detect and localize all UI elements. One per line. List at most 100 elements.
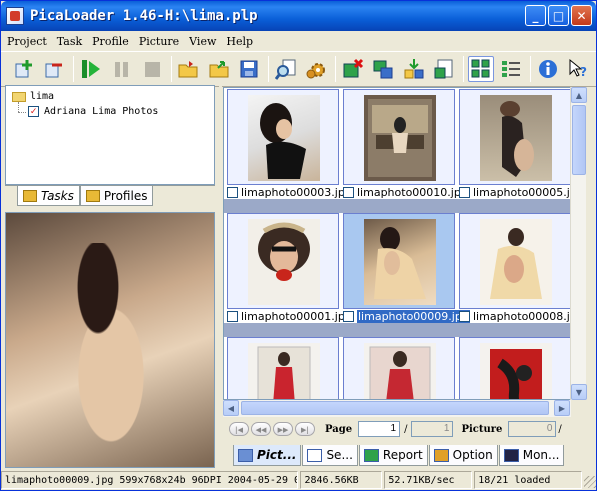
start-icon[interactable] (78, 56, 104, 82)
minimize-button[interactable]: _ (525, 5, 546, 26)
tree-root-label: lima (30, 91, 55, 102)
scan-icon[interactable] (432, 56, 458, 82)
tab-profiles-label: Profiles (103, 188, 148, 203)
menu-view[interactable]: View (184, 35, 221, 48)
save-icon[interactable] (237, 56, 263, 82)
thumbnail-checkbox[interactable] (459, 186, 470, 198)
thumbnail-checkbox[interactable] (227, 186, 238, 198)
picture-separator: / (558, 423, 562, 435)
open-folder-icon[interactable] (176, 56, 202, 82)
next-page-icon[interactable]: ▶▶ (273, 422, 293, 436)
tab-monitor[interactable]: Mon... (498, 445, 565, 466)
status-bar: limaphoto00009.jpg 599x768x24b 96DPI 200… (1, 471, 596, 490)
new-task-icon[interactable] (11, 56, 37, 82)
tasks-icon (23, 189, 37, 202)
stop-icon[interactable] (139, 56, 165, 82)
help-cursor-icon[interactable]: ? (566, 56, 592, 82)
resize-grip-icon[interactable] (584, 476, 596, 488)
menu-profile[interactable]: Profile (87, 35, 134, 48)
tab-profiles[interactable]: Profiles (79, 186, 154, 206)
tab-tasks[interactable]: Tasks (17, 186, 80, 206)
thumbnail-label[interactable]: limaphoto00003.jpg (227, 185, 352, 199)
thumbnail[interactable] (227, 213, 339, 309)
picture-label: Picture (461, 423, 503, 435)
tab-report[interactable]: Report (358, 445, 428, 466)
last-page-icon[interactable]: ▶| (295, 422, 315, 436)
thumbnail[interactable] (343, 337, 455, 399)
toolbar: ? (1, 51, 596, 87)
scroll-right-icon[interactable]: ▶ (554, 400, 570, 416)
title-bar[interactable]: PicaLoader 1.46-H:\lima.plp _ □ ✕ (1, 1, 596, 31)
menu-help[interactable]: Help (221, 35, 258, 48)
page-label: Page (325, 423, 353, 435)
thumbnail-checkbox[interactable] (343, 310, 354, 322)
export-folder-icon[interactable] (206, 56, 232, 82)
scroll-down-icon[interactable]: ▼ (571, 384, 587, 400)
tab-pictures[interactable]: Pict... (233, 445, 302, 466)
pause-icon[interactable] (109, 56, 135, 82)
thumbnail-view-icon[interactable] (468, 56, 494, 82)
thumbnail-label[interactable]: limaphoto00001.jpg (227, 309, 352, 323)
profiles-icon (85, 189, 100, 202)
menu-task[interactable]: Task (52, 35, 87, 48)
thumbnail-label[interactable]: limaphoto00010.jpg (343, 185, 468, 199)
thumbnail-label[interactable]: limaphoto00008.jpg (459, 309, 570, 323)
status-size: 2846.56KB (300, 471, 383, 489)
horizontal-scrollbar[interactable]: ◀ ▶ (223, 400, 571, 417)
download-picture-icon[interactable] (371, 56, 397, 82)
report-icon (363, 448, 379, 462)
thumbnail-checkbox[interactable] (227, 310, 238, 322)
scroll-thumb[interactable] (572, 105, 586, 175)
bottom-tab-bar: Pict... Se... Report Option Mon... (233, 445, 565, 467)
vertical-scrollbar[interactable]: ▲ ▼ (570, 87, 587, 400)
thumbnail-grid: limaphoto00003.jpg limaphoto00010.jpg li… (223, 87, 571, 400)
maximize-button[interactable]: □ (548, 5, 569, 26)
thumbnail[interactable] (459, 213, 570, 309)
thumbnail-checkbox[interactable] (459, 310, 470, 322)
thumbnail[interactable] (459, 337, 570, 399)
first-page-icon[interactable]: |◀ (229, 422, 249, 436)
picture-input[interactable]: 0 (508, 421, 557, 437)
monitor-icon (503, 448, 519, 462)
app-icon (6, 7, 24, 25)
page-input[interactable]: 1 (358, 421, 401, 437)
detail-view-icon[interactable] (499, 56, 525, 82)
thumbnail[interactable] (227, 89, 339, 185)
left-tab-bar: Tasks Profiles (5, 185, 215, 207)
thumbnail[interactable] (459, 89, 570, 185)
status-loaded: 18/21 loaded (474, 471, 583, 489)
download-all-icon[interactable] (401, 56, 427, 82)
splitter[interactable] (219, 85, 222, 470)
thumbnail[interactable] (343, 213, 455, 309)
svg-text:?: ? (580, 65, 587, 79)
tab-option[interactable]: Option (428, 445, 498, 466)
page-navigation: |◀ ◀◀ ▶▶ ▶| Page 1 / 1 Picture 0 / (223, 419, 583, 439)
page-total: 1 (411, 421, 454, 437)
tab-tasks-label: Tasks (41, 188, 74, 203)
status-file-info: limaphoto00009.jpg 599x768x24b 96DPI 200… (1, 471, 299, 489)
prev-page-icon[interactable]: ◀◀ (251, 422, 271, 436)
option-icon (433, 448, 449, 462)
scroll-left-icon[interactable]: ◀ (223, 400, 239, 416)
thumbnail[interactable] (343, 89, 455, 185)
search-page-icon[interactable] (273, 56, 299, 82)
window-title: PicaLoader 1.46-H:\lima.plp (30, 8, 258, 24)
thumbnail-label[interactable]: limaphoto00009.jpg (343, 309, 470, 323)
close-button[interactable]: ✕ (571, 5, 592, 26)
tab-search[interactable]: Se... (302, 445, 358, 466)
settings-icon[interactable] (304, 56, 330, 82)
info-icon[interactable] (535, 56, 561, 82)
task-checkbox[interactable]: ✓ (28, 106, 39, 117)
delete-picture-icon[interactable] (340, 56, 366, 82)
menu-project[interactable]: Project (1, 35, 52, 48)
scroll-thumb-horizontal[interactable] (241, 401, 549, 415)
menu-picture[interactable]: Picture (134, 35, 184, 48)
thumbnail[interactable] (227, 337, 339, 399)
remove-task-icon[interactable] (42, 56, 68, 82)
tree-node-root[interactable]: lima (12, 91, 54, 102)
scroll-up-icon[interactable]: ▲ (571, 87, 587, 103)
thumbnail-label[interactable]: limaphoto00005.jpg (459, 185, 570, 199)
thumbnail-checkbox[interactable] (343, 186, 354, 198)
tree-node-task[interactable]: ✓ Adriana Lima Photos (28, 106, 158, 117)
task-tree: lima ✓ Adriana Lima Photos (5, 85, 215, 185)
